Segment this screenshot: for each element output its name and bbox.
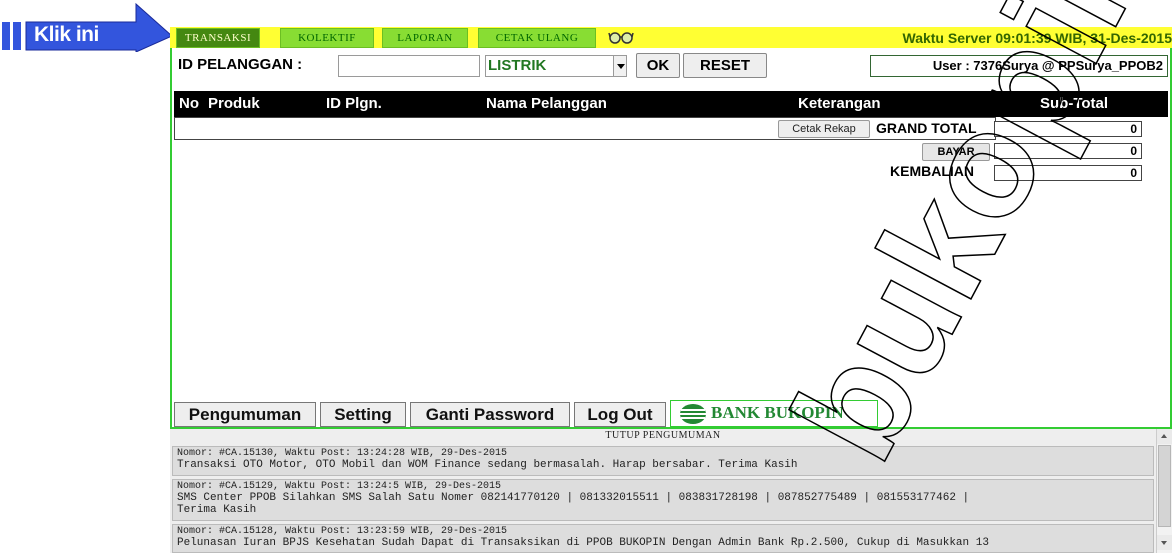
transaction-panel: ID PELANGGAN : LISTRIK OK RESET User : 7…	[170, 48, 1172, 429]
chevron-down-icon[interactable]	[613, 55, 627, 77]
glasses-icon[interactable]	[608, 28, 634, 46]
col-id-plgn: ID Plgn.	[326, 95, 382, 112]
kembalian-label: KEMBALIAN	[890, 163, 974, 179]
bank-logo-box: BANK BUKOPIN	[670, 400, 878, 427]
announcement-meta: Nomor: #CA.15130, Waktu Post: 13:24:28 W…	[177, 448, 508, 459]
scroll-thumb[interactable]	[1158, 445, 1171, 527]
tab-pengumuman[interactable]: Pengumuman	[174, 402, 316, 427]
id-pelanggan-input[interactable]	[338, 55, 480, 77]
scroll-down-icon[interactable]	[1157, 535, 1172, 550]
scroll-up-icon[interactable]	[1157, 429, 1172, 444]
col-sub-total: Sub-Total	[1040, 95, 1109, 112]
tab-ganti-password[interactable]: Ganti Password	[410, 402, 570, 427]
announcement-text: SMS Center PPOB Silahkan SMS Salah Satu …	[177, 492, 970, 504]
server-time: Waktu Server 09:01:39 WIB, 31-Des-2015	[902, 30, 1172, 46]
list-item: Nomor: #CA.15130, Waktu Post: 13:24:28 W…	[172, 446, 1154, 476]
ok-button[interactable]: OK	[636, 53, 680, 78]
announcement-meta: Nomor: #CA.15129, Waktu Post: 13:24:5 WI…	[177, 481, 502, 492]
tab-kolektif[interactable]: KOLEKTIF	[280, 28, 374, 48]
bank-name: BANK BUKOPIN	[711, 403, 844, 422]
cetak-rekap-button[interactable]: Cetak Rekap	[778, 120, 870, 138]
announcement-text-continued: Terima Kasih	[177, 504, 257, 516]
id-pelanggan-label: ID PELANGGAN :	[178, 56, 303, 73]
id-row: ID PELANGGAN : LISTRIK OK RESET User : 7…	[172, 48, 1170, 80]
kembalian-value: 0	[994, 165, 1142, 181]
announcement-text: Pelunasan Iuran BPJS Kesehatan Sudah Dap…	[177, 537, 989, 549]
bank-bukopin-logo-icon	[680, 404, 706, 424]
bayar-input[interactable]: 0	[994, 143, 1142, 159]
tab-setting[interactable]: Setting	[320, 402, 406, 427]
close-announcement-link[interactable]: TUTUP PENGUMUMAN	[170, 429, 1156, 443]
user-info: User : 7376Surya @ PPSurya_PPOB2	[870, 55, 1168, 77]
bayar-button[interactable]: BAYAR	[922, 143, 990, 161]
col-produk: Produk	[208, 95, 260, 112]
announcement-area: TUTUP PENGUMUMAN Nomor: #CA.15130, Waktu…	[170, 429, 1172, 553]
col-nama-pelanggan: Nama Pelanggan	[486, 95, 607, 112]
annotation-arrow-text: Klik ini	[34, 23, 99, 46]
table-row	[174, 117, 996, 140]
tab-cetak-ulang[interactable]: CETAK ULANG	[478, 28, 596, 48]
top-menu-bar: TRANSAKSI KOLEKTIF LAPORAN CETAK ULANG W…	[170, 27, 1172, 48]
announcement-meta: Nomor: #CA.15128, Waktu Post: 13:23:59 W…	[177, 526, 508, 537]
grand-total-value: 0	[994, 121, 1142, 137]
tab-transaksi[interactable]: TRANSAKSI	[176, 28, 260, 48]
table-header: No Produk ID Plgn. Nama Pelanggan Ketera…	[174, 91, 1168, 117]
grand-total-label: GRAND TOTAL	[876, 120, 977, 136]
announcement-scrollbar[interactable]	[1156, 429, 1172, 553]
bottom-menu: Pengumuman Setting Ganti Password Log Ou…	[174, 400, 1168, 427]
col-keterangan: Keterangan	[798, 95, 881, 112]
tab-log-out[interactable]: Log Out	[574, 402, 666, 427]
col-no: No	[179, 95, 199, 112]
reset-button[interactable]: RESET	[683, 53, 767, 78]
list-item: Nomor: #CA.15129, Waktu Post: 13:24:5 WI…	[172, 479, 1154, 521]
product-select[interactable]: LISTRIK	[485, 55, 627, 77]
list-item: Nomor: #CA.15128, Waktu Post: 13:23:59 W…	[172, 524, 1154, 553]
tab-laporan[interactable]: LAPORAN	[382, 28, 468, 48]
announcement-text: Transaksi OTO Motor, OTO Mobil dan WOM F…	[177, 459, 798, 471]
